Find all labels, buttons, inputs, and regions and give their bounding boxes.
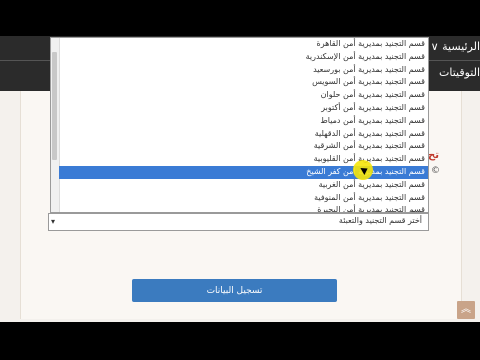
dropdown-option[interactable]: قسم التجنيد بمديرية أمن الدقهلية — [59, 128, 428, 141]
scrollbar-thumb[interactable] — [52, 52, 57, 160]
chevron-down-icon: ▾ — [51, 217, 56, 226]
dropdown-option[interactable]: قسم التجنيد بمديرية أمن الإسكندرية — [59, 51, 428, 64]
dropdown-option[interactable]: قسم التجنيد بمديرية أمن دمياط — [59, 115, 428, 128]
recruitment-office-dropdown-list[interactable]: قسم التجنيد بمديرية أمن القاهرة قسم التجن… — [50, 37, 429, 213]
info-icon: © — [431, 166, 440, 176]
dropdown-option[interactable]: قسم التجنيد بمديرية أمن بورسعيد — [59, 64, 428, 77]
dropdown-option[interactable]: قسم التجنيد بمديرية أمن السويس — [59, 76, 428, 89]
recruitment-office-select[interactable]: ▾ أختر قسم التجنيد والتعبئة — [48, 213, 429, 231]
dropdown-option[interactable]: قسم التجنيد بمديرية أمن أكتوبر — [59, 102, 428, 115]
scroll-to-top-button[interactable]: ︽ — [457, 301, 475, 319]
dropdown-option[interactable]: قسم التجنيد بمديرية أمن الشرقية — [59, 140, 428, 153]
dropdown-option[interactable]: قسم التجنيد بمديرية أمن الغربية — [59, 179, 428, 192]
select-current-value: أختر قسم التجنيد والتعبئة — [338, 216, 422, 225]
register-data-button[interactable]: تسجيل البيانات — [132, 279, 337, 302]
nav-times[interactable]: التوقيتات — [439, 66, 480, 79]
dropdown-option[interactable]: قسم التجنيد بمديرية أمن القاهرة — [59, 38, 428, 51]
section-title-fragment: تح — [428, 150, 439, 161]
dropdown-option[interactable]: قسم التجنيد بمديرية أمن البحيرة — [59, 204, 428, 212]
dropdown-options: قسم التجنيد بمديرية أمن القاهرة قسم التجن… — [59, 38, 428, 212]
dropdown-option[interactable]: قسم التجنيد بمديرية أمن حلوان — [59, 89, 428, 102]
dropdown-option[interactable]: قسم التجنيد بمديرية أمن القليوبية — [59, 153, 428, 166]
letterbox-top — [0, 0, 480, 36]
letterbox-bottom — [0, 322, 480, 360]
dropdown-option[interactable]: قسم التجنيد بمديرية أمن المنوفية — [59, 192, 428, 205]
chevron-double-up-icon: ︽ — [461, 304, 471, 315]
nav-home[interactable]: الرئيسية ∨ — [431, 40, 480, 53]
